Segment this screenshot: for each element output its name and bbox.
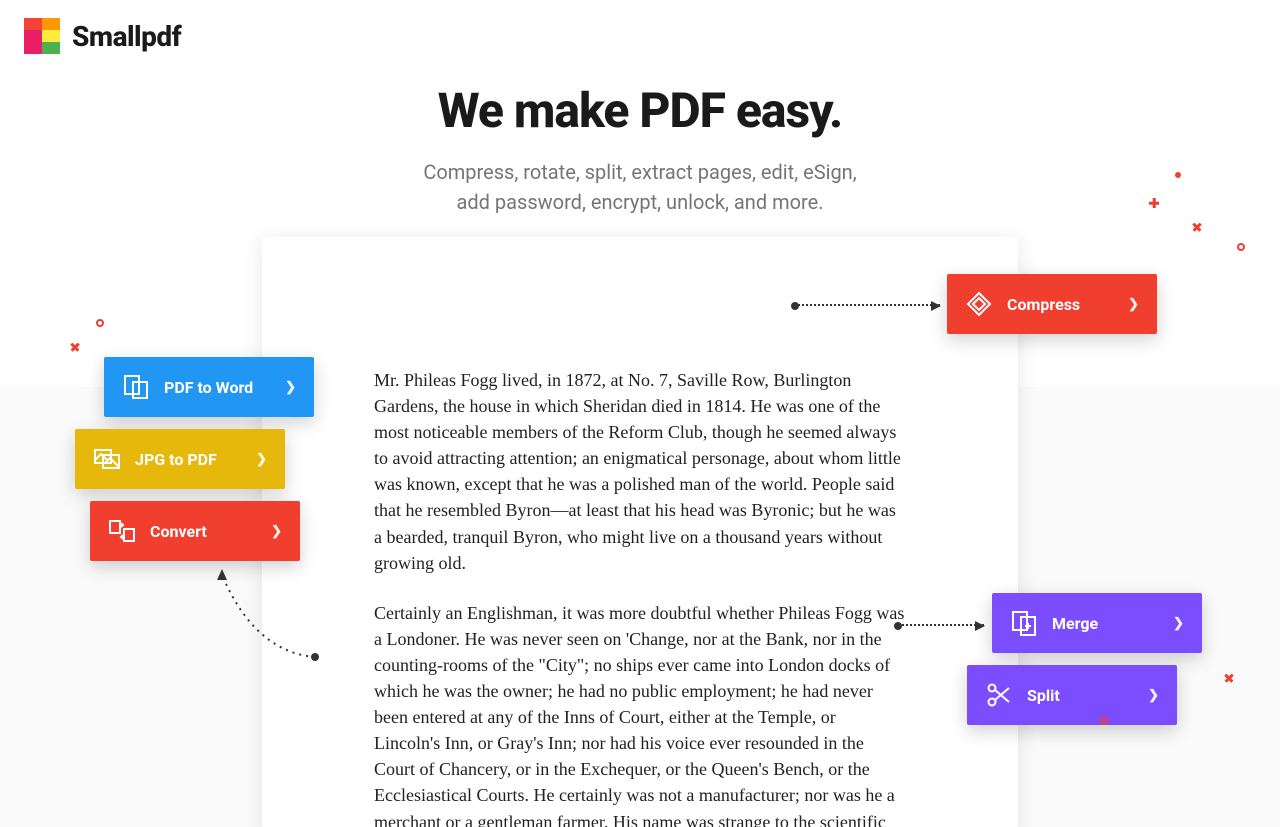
document-paragraph: Certainly an Englishman, it was more dou… <box>374 600 906 827</box>
tool-label: PDF to Word <box>164 378 271 397</box>
stage: Mr. Phileas Fogg lived, in 1872, at No. … <box>0 237 1280 827</box>
split-button[interactable]: Split ❯ <box>967 665 1177 725</box>
decoration-x-icon <box>70 342 80 352</box>
hero: We make PDF easy. Compress, rotate, spli… <box>0 82 1280 217</box>
merge-icon <box>1010 609 1038 637</box>
pdf-to-word-icon <box>122 373 150 401</box>
convert-button[interactable]: Convert ❯ <box>90 501 300 561</box>
merge-button[interactable]: Merge ❯ <box>992 593 1202 653</box>
convert-icon <box>108 517 136 545</box>
chevron-right-icon: ❯ <box>1148 688 1159 703</box>
document-paragraph: Mr. Phileas Fogg lived, in 1872, at No. … <box>374 367 906 576</box>
compress-icon <box>965 290 993 318</box>
decoration-x-icon <box>1192 222 1202 232</box>
chevron-right-icon: ❯ <box>271 524 282 539</box>
arrow-merge <box>898 624 984 626</box>
tool-label: Convert <box>150 522 257 541</box>
header: Smallpdf <box>0 0 1280 72</box>
tool-label: Merge <box>1052 614 1159 633</box>
document-preview: Mr. Phileas Fogg lived, in 1872, at No. … <box>262 237 1018 827</box>
pdf-to-word-button[interactable]: PDF to Word ❯ <box>104 357 314 417</box>
tool-label: Compress <box>1007 295 1114 314</box>
brand-name: Smallpdf <box>72 20 181 53</box>
decoration-circle-icon <box>96 319 104 327</box>
logo-icon <box>24 18 60 54</box>
subtitle-line-1: Compress, rotate, split, extract pages, … <box>0 157 1280 187</box>
jpg-to-pdf-button[interactable]: JPG to PDF ❯ <box>75 429 285 489</box>
compress-button[interactable]: Compress ❯ <box>947 274 1157 334</box>
page-title: We make PDF easy. <box>0 82 1280 139</box>
chevron-right-icon: ❯ <box>256 452 267 467</box>
arrow-compress <box>795 304 940 306</box>
chevron-right-icon: ❯ <box>285 380 296 395</box>
tool-label: Split <box>1027 686 1134 705</box>
split-icon <box>985 681 1013 709</box>
tool-label: JPG to PDF <box>135 450 242 469</box>
jpg-to-pdf-icon <box>93 445 121 473</box>
chevron-right-icon: ❯ <box>1173 616 1184 631</box>
subtitle-line-2: add password, encrypt, unlock, and more. <box>0 187 1280 217</box>
chevron-right-icon: ❯ <box>1128 297 1139 312</box>
